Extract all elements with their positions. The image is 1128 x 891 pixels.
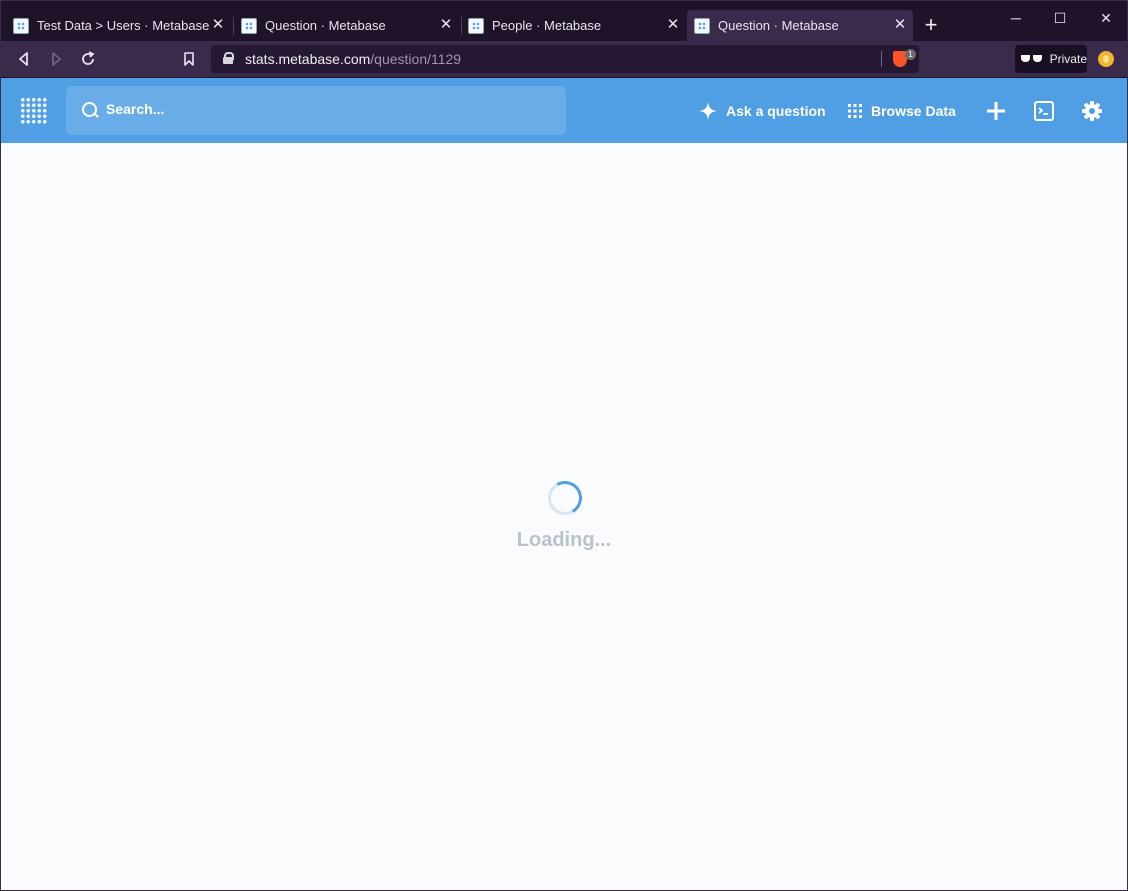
metabase-favicon-icon: [241, 17, 257, 34]
terminal-icon[interactable]: [1032, 99, 1056, 123]
tab-title: People · Metabase: [492, 18, 602, 33]
shields-count-badge: 1: [905, 49, 916, 60]
browser-toolbar: stats.metabase.com/question/1129 1 Priva…: [1, 41, 1127, 77]
sparkle-icon: [699, 102, 717, 120]
close-tab-icon[interactable]: ✕: [439, 17, 453, 33]
minimize-button[interactable]: ─: [993, 7, 1039, 29]
metabase-favicon-icon: [694, 17, 710, 34]
gear-icon[interactable]: [1080, 99, 1104, 123]
metabase-logo[interactable]: [20, 97, 48, 125]
forward-icon[interactable]: [46, 49, 66, 69]
tab-question-1[interactable]: Question · Metabase ✕: [241, 10, 459, 41]
browse-data-label: Browse Data: [871, 103, 956, 119]
plus-icon[interactable]: [984, 99, 1008, 123]
grid-icon: [848, 104, 862, 118]
url-path: /question/1129: [370, 51, 462, 67]
browser-window: Test Data > Users · Metabase ✕ Question …: [0, 0, 1128, 891]
loading-text: Loading...: [516, 529, 612, 551]
tab-test-data-users[interactable]: Test Data > Users · Metabase ✕: [13, 10, 231, 41]
close-tab-icon[interactable]: ✕: [893, 17, 907, 33]
ask-question-button[interactable]: Ask a question: [699, 99, 826, 123]
reload-icon[interactable]: [78, 49, 98, 69]
close-tab-icon[interactable]: ✕: [211, 17, 225, 33]
back-icon[interactable]: [14, 49, 34, 69]
brave-rewards-icon[interactable]: [1098, 51, 1114, 67]
tab-title: Test Data > Users · Metabase: [37, 18, 210, 33]
tab-title: Question · Metabase: [265, 18, 386, 33]
search-input[interactable]: Search...: [66, 86, 566, 135]
tab-title: Question · Metabase: [718, 18, 839, 33]
url-host: stats.metabase.com: [245, 51, 371, 67]
new-tab-button[interactable]: +: [921, 14, 941, 36]
metabase-favicon-icon: [468, 17, 484, 34]
tab-question-active[interactable]: Question · Metabase ✕: [687, 10, 913, 41]
tab-people[interactable]: People · Metabase ✕: [468, 10, 686, 41]
close-window-button[interactable]: ✕: [1083, 7, 1128, 29]
search-placeholder: Search...: [106, 101, 165, 117]
bookmark-icon[interactable]: [179, 49, 199, 69]
private-glasses-icon: [1021, 55, 1042, 63]
main-content: Loading...: [1, 143, 1127, 890]
private-label: Private: [1049, 52, 1087, 66]
metabase-favicon-icon: [13, 17, 29, 34]
close-tab-icon[interactable]: ✕: [666, 17, 680, 33]
browse-data-button[interactable]: Browse Data: [848, 99, 956, 123]
search-icon: [82, 102, 99, 119]
private-window-badge: Private: [1015, 45, 1087, 73]
ask-question-label: Ask a question: [726, 103, 826, 119]
maximize-button[interactable]: ☐: [1037, 7, 1083, 29]
metabase-navbar: Search... Ask a question Browse Data: [1, 78, 1127, 143]
address-bar[interactable]: stats.metabase.com/question/1129: [211, 45, 919, 73]
loading-spinner-icon: [544, 477, 586, 519]
tab-strip: Test Data > Users · Metabase ✕ Question …: [1, 1, 1127, 41]
lock-icon: [223, 52, 234, 64]
url-text: stats.metabase.com/question/1129: [245, 51, 461, 67]
